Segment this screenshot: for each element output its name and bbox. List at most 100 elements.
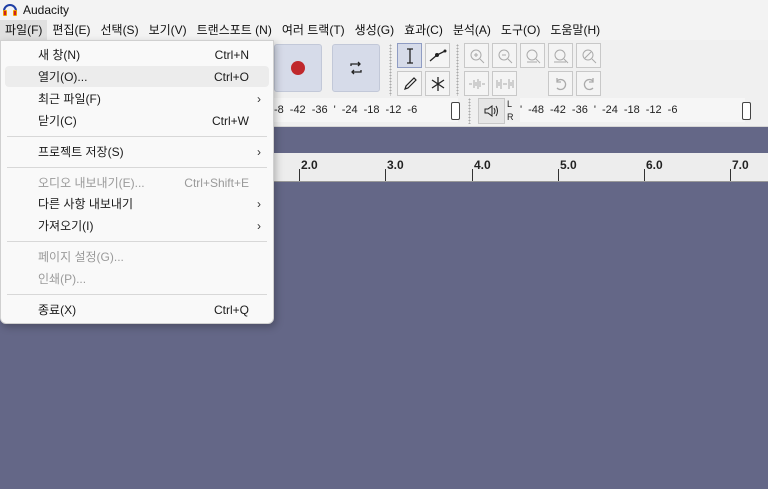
record-meter-slider-thumb[interactable] — [451, 102, 460, 120]
menu-item-print[interactable]: 인쇄(P)... — [5, 268, 269, 289]
speaker-icon — [484, 105, 498, 117]
envelope-tool-button[interactable] — [425, 43, 450, 68]
menu-item-label: 다른 사항 내보내기 — [38, 197, 133, 211]
menu-separator — [7, 167, 267, 168]
zoom-in-button[interactable] — [464, 43, 489, 68]
meter-tick-label: -24 — [341, 104, 358, 116]
menu-tracks[interactable]: 여러 트랙(T) — [277, 20, 350, 40]
menu-item-recent-files[interactable]: 최근 파일(F) › — [5, 88, 269, 109]
menu-item-label: 최근 파일(F) — [38, 92, 101, 106]
menu-tools[interactable]: 도구(O) — [496, 20, 545, 40]
ruler-tick — [299, 169, 300, 181]
redo-button[interactable] — [576, 71, 601, 96]
meter-tick-label: -42 — [289, 104, 306, 116]
ruler-label: 6.0 — [646, 158, 663, 172]
menu-effect[interactable]: 효과(C) — [399, 20, 448, 40]
fit-selection-button[interactable] — [520, 43, 545, 68]
menu-analyze[interactable]: 분석(A) — [448, 20, 496, 40]
undo-icon — [555, 77, 566, 90]
menu-item-open[interactable]: 열기(O)... Ctrl+O — [5, 66, 269, 87]
menu-item-export-other[interactable]: 다른 사항 내보내기 › — [5, 193, 269, 214]
envelope-icon — [429, 49, 446, 61]
menu-item-label: 새 창(N) — [38, 48, 81, 62]
trim-audio-button[interactable] — [464, 71, 489, 96]
undo-button[interactable] — [548, 71, 573, 96]
redo-icon — [583, 77, 594, 90]
chevron-right-icon: › — [257, 196, 261, 211]
asterisk-icon — [431, 76, 444, 91]
menu-item-shortcut: Ctrl+W — [212, 113, 249, 128]
menu-item-label: 닫기(C) — [38, 114, 77, 128]
menu-item-label: 인쇄(P)... — [38, 272, 87, 286]
file-menu-dropdown: 새 창(N) Ctrl+N 열기(O)... Ctrl+O 최근 파일(F) ›… — [0, 40, 274, 324]
menu-separator — [7, 294, 267, 295]
playback-meter-slider-thumb[interactable] — [742, 102, 751, 120]
playback-meter-button[interactable] — [478, 98, 505, 124]
ruler-label: 3.0 — [387, 158, 404, 172]
meter-tick-label: -24 — [601, 104, 618, 116]
fit-project-button[interactable] — [548, 43, 573, 68]
title-bar: Audacity — [0, 0, 768, 20]
menu-item-label: 열기(O)... — [38, 70, 88, 84]
meter-tick-label: -6 — [667, 104, 678, 116]
menu-bar: 파일(F) 편집(E) 선택(S) 보기(V) 트랜스포트 (N) 여러 트랙(… — [0, 20, 768, 40]
zoom-toggle-button[interactable] — [576, 43, 601, 68]
record-icon — [291, 61, 305, 75]
menu-file[interactable]: 파일(F) — [0, 20, 48, 40]
meter-tick-label: ' — [333, 104, 336, 116]
draw-tool-button[interactable] — [397, 71, 422, 96]
toolbar-grip[interactable] — [389, 44, 392, 96]
meter-tick-label: -18 — [623, 104, 640, 116]
chevron-right-icon: › — [257, 218, 261, 233]
chevron-right-icon: › — [257, 144, 261, 159]
menu-help[interactable]: 도움말(H) — [545, 20, 605, 40]
menu-select[interactable]: 선택(S) — [95, 20, 143, 40]
audacity-logo-icon — [2, 2, 18, 18]
selection-tool-button[interactable] — [397, 43, 422, 68]
meter-tick-label: ' — [520, 104, 523, 116]
menu-item-label: 오디오 내보내기(E)... — [38, 176, 145, 190]
menu-item-export-audio[interactable]: 오디오 내보내기(E)... Ctrl+Shift+E — [5, 172, 269, 193]
loop-icon — [350, 61, 362, 75]
multi-tool-button[interactable] — [425, 71, 450, 96]
meter-tick-label: -36 — [311, 104, 328, 116]
menu-item-new-window[interactable]: 새 창(N) Ctrl+N — [5, 44, 269, 65]
toolbar-grip-2[interactable] — [456, 44, 459, 96]
menu-item-import[interactable]: 가져오기(I) › — [5, 215, 269, 236]
zoom-out-button[interactable] — [492, 43, 517, 68]
record-button[interactable] — [274, 44, 322, 92]
menu-view[interactable]: 보기(V) — [144, 20, 192, 40]
menu-item-exit[interactable]: 종료(X) Ctrl+Q — [5, 299, 269, 320]
record-meter[interactable]: -8 -42 -36 ' -24 -18 -12 -6 — [274, 98, 458, 122]
ruler-tick — [385, 169, 386, 181]
silence-icon — [496, 78, 513, 89]
meter-tick-label: -6 — [407, 104, 418, 116]
ruler-tick — [644, 169, 645, 181]
window-title: Audacity — [23, 3, 70, 17]
menu-item-save-project[interactable]: 프로젝트 저장(S) › — [5, 141, 269, 162]
menu-edit[interactable]: 편집(E) — [47, 20, 95, 40]
menu-item-shortcut: Ctrl+N — [214, 47, 249, 62]
ruler-tick — [558, 169, 559, 181]
ruler-label: 4.0 — [474, 158, 491, 172]
menu-item-shortcut: Ctrl+Q — [213, 302, 249, 317]
meter-tick-label: ' — [593, 104, 596, 116]
ruler-label: 5.0 — [560, 158, 577, 172]
loop-button[interactable] — [332, 44, 380, 92]
menu-item-label: 종료(X) — [38, 303, 77, 317]
menu-generate[interactable]: 생성(G) — [350, 20, 399, 40]
menu-transport[interactable]: 트랜스포트 (N) — [192, 20, 277, 40]
meter-grip[interactable] — [468, 98, 471, 124]
menu-item-shortcut: Ctrl+Shift+E — [184, 175, 249, 190]
menu-item-label: 가져오기(I) — [38, 219, 94, 233]
menu-separator — [7, 136, 267, 137]
menu-item-close[interactable]: 닫기(C) Ctrl+W — [5, 110, 269, 131]
playback-meter[interactable]: ' -48 -42 -36 ' -24 -18 -12 -6 — [520, 98, 745, 122]
zoom-out-icon — [498, 49, 512, 63]
zoom-toggle-icon — [582, 49, 596, 63]
trim-icon — [468, 78, 485, 89]
ruler-tick — [472, 169, 473, 181]
silence-audio-button[interactable] — [492, 71, 517, 96]
meter-tick-label: -48 — [528, 104, 545, 116]
menu-item-page-setup[interactable]: 페이지 설정(G)... — [5, 246, 269, 267]
